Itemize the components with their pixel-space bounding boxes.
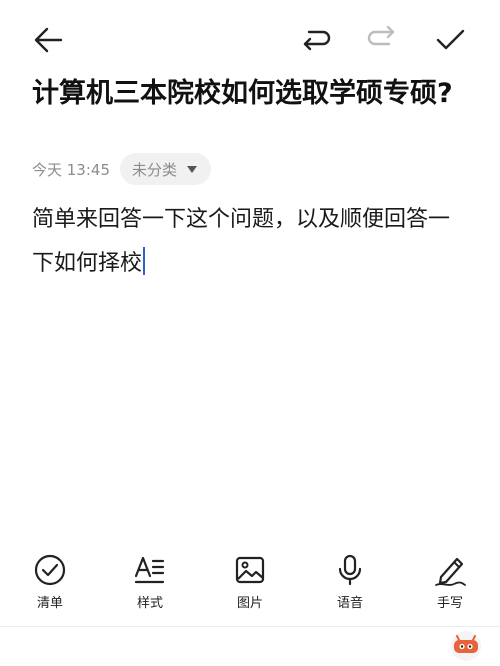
toolbar-voice-button[interactable]: 语音 [315,552,385,611]
redo-icon [367,26,395,46]
text-style-icon [134,556,165,584]
category-dropdown[interactable]: 未分类 [120,153,212,185]
editor-toolbar: 清单 样式 图片 语音 手写 [0,552,500,622]
microphone-icon [338,554,362,586]
note-title[interactable]: 计算机三本院校如何选取学硕专硕? [32,74,472,114]
top-bar [0,0,500,80]
note-body-editor[interactable]: 简单来回答一下这个问题，以及顺便回答一 下如何择校 [32,198,472,286]
undo-icon [303,30,331,51]
app-logo-icon [451,631,481,661]
back-button[interactable] [30,24,66,56]
toolbar-checklist-button[interactable]: 清单 [15,552,85,611]
note-timestamp: 今天 13:45 [32,160,110,179]
toolbar-divider [0,626,500,627]
caret-down-icon [187,165,198,173]
redo-button[interactable] [364,24,400,56]
note-meta: 今天 13:45 未分类 [32,153,212,185]
toolbar-label: 清单 [36,596,63,611]
save-checkmark-button[interactable] [432,24,468,56]
body-line: 简单来回答一下这个问题，以及顺便回答一 [32,207,451,232]
toolbar-image-button[interactable]: 图片 [215,552,285,611]
undo-button[interactable] [298,24,334,56]
handwriting-pen-icon [435,557,466,586]
category-label: 未分类 [132,160,178,179]
arrow-left-icon [34,27,63,53]
checklist-icon [34,554,66,586]
toolbar-label: 手写 [436,596,463,611]
image-icon [235,556,265,584]
toolbar-style-button[interactable]: 样式 [115,552,185,611]
toolbar-label: 图片 [236,596,263,611]
toolbar-label: 语音 [336,596,363,611]
toolbar-label: 样式 [136,596,163,611]
checkmark-icon [436,29,465,50]
body-line: 下如何择校 [32,251,143,276]
toolbar-handwriting-button[interactable]: 手写 [415,552,485,611]
text-cursor [143,247,146,275]
